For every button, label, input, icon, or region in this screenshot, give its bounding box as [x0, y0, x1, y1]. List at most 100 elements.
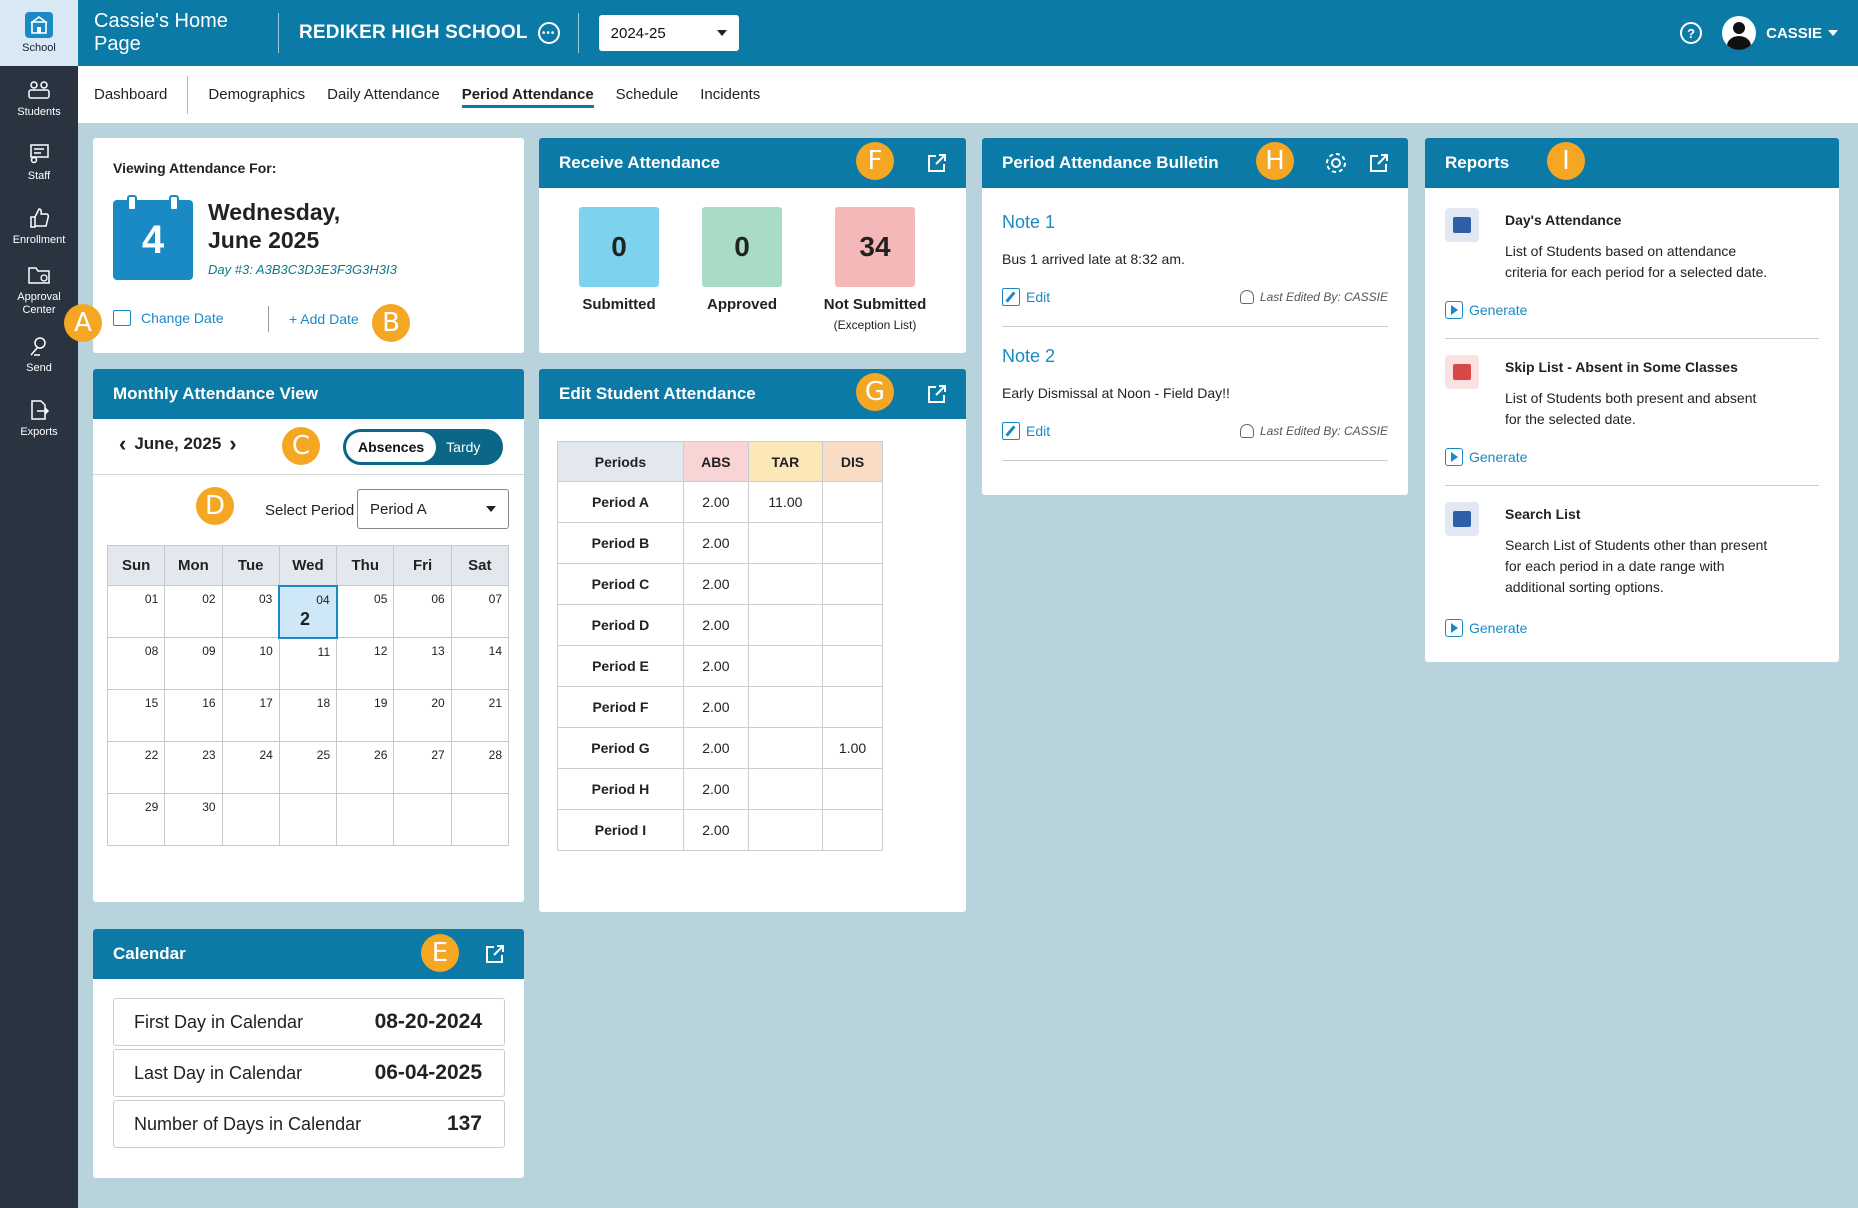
- last-edited: Last Edited By: CASSIE: [1259, 290, 1388, 304]
- calendar-day-cell[interactable]: 21: [450, 689, 510, 742]
- calendar-day-cell[interactable]: 19: [336, 689, 395, 742]
- calendar-day-cell[interactable]: 07: [450, 585, 510, 638]
- add-date-button[interactable]: + Add Date: [268, 306, 359, 332]
- generate-label: Generate: [1469, 302, 1528, 318]
- home-page-title[interactable]: Cassie's Home Page: [78, 10, 278, 56]
- calendar-day-cell[interactable]: 12: [336, 637, 395, 690]
- attendance-cell[interactable]: 2.00: [682, 645, 749, 687]
- calendar-day-cell[interactable]: 13: [393, 637, 452, 690]
- calendar-day-cell[interactable]: 08: [106, 637, 166, 690]
- calendar-day-cell[interactable]: 24: [221, 741, 280, 794]
- calendar-day-cell[interactable]: 20: [393, 689, 452, 742]
- rail-item-students[interactable]: Students: [0, 66, 78, 130]
- calendar-day-cell[interactable]: 27: [393, 741, 452, 794]
- attendance-cell[interactable]: [747, 604, 824, 646]
- attendance-cell[interactable]: [747, 563, 824, 605]
- school-year-select[interactable]: 2024-25: [598, 15, 739, 51]
- attendance-cell[interactable]: 2.00: [682, 604, 749, 646]
- attendance-cell[interactable]: [747, 809, 824, 851]
- not-submitted-count[interactable]: 34: [835, 207, 915, 287]
- absences-tardy-toggle[interactable]: Absences Tardy: [343, 429, 503, 465]
- attendance-cell[interactable]: 2.00: [682, 563, 749, 605]
- attendance-cell[interactable]: 1.00: [822, 727, 883, 769]
- generate-button[interactable]: Generate: [1445, 619, 1527, 637]
- attendance-cell[interactable]: [747, 522, 824, 564]
- calendar-day-cell[interactable]: 29: [106, 793, 166, 846]
- toggle-absences[interactable]: Absences: [346, 432, 437, 462]
- tab-daily-attendance[interactable]: Daily Attendance: [316, 66, 451, 123]
- generate-button[interactable]: Generate: [1445, 301, 1527, 319]
- calendar-day-cell[interactable]: 01: [106, 585, 166, 638]
- chevron-right-icon[interactable]: ›: [221, 431, 244, 457]
- rail-item-enrollment[interactable]: Enrollment: [0, 194, 78, 258]
- calendar-day-cell[interactable]: 15: [106, 689, 166, 742]
- generate-button[interactable]: Generate: [1445, 448, 1527, 466]
- calendar-day-cell[interactable]: 18: [278, 689, 338, 742]
- user-name[interactable]: CASSIE: [1766, 25, 1822, 42]
- calendar-day-cell[interactable]: 04 2: [278, 584, 338, 639]
- rail-item-staff[interactable]: Staff: [0, 130, 78, 194]
- calendar-day-cell[interactable]: 28: [450, 741, 510, 794]
- attendance-cell[interactable]: 11.00: [747, 481, 824, 523]
- attendance-cell[interactable]: [822, 768, 883, 810]
- note-title[interactable]: Note 1: [1002, 212, 1055, 233]
- external-link-icon[interactable]: [484, 943, 506, 965]
- more-options-icon[interactable]: •••: [537, 22, 560, 44]
- external-link-icon[interactable]: [926, 152, 948, 174]
- external-link-icon[interactable]: [926, 383, 948, 405]
- avatar[interactable]: [1722, 16, 1757, 50]
- attendance-cell[interactable]: 2.00: [682, 481, 749, 523]
- calendar-day-cell[interactable]: 16: [164, 689, 223, 742]
- edit-note-button[interactable]: Edit: [1002, 288, 1050, 306]
- calendar-day-cell[interactable]: 17: [221, 689, 280, 742]
- note-title[interactable]: Note 2: [1002, 346, 1055, 367]
- attendance-cell[interactable]: [747, 768, 824, 810]
- rail-item-school[interactable]: School: [0, 0, 78, 66]
- attendance-cell[interactable]: 2.00: [682, 686, 749, 728]
- calendar-day-cell[interactable]: 05: [336, 585, 395, 638]
- calendar-day-cell[interactable]: 02: [164, 585, 223, 638]
- calendar-day-cell[interactable]: 11: [278, 637, 338, 690]
- chevron-down-icon[interactable]: [1828, 30, 1838, 36]
- attendance-cell[interactable]: 2.00: [682, 727, 749, 769]
- tab-period-attendance[interactable]: Period Attendance: [451, 66, 605, 123]
- attendance-cell[interactable]: [822, 563, 883, 605]
- period-select[interactable]: Period A: [357, 489, 509, 529]
- toggle-tardy[interactable]: Tardy: [436, 439, 480, 455]
- edit-note-button[interactable]: Edit: [1002, 422, 1050, 440]
- calendar-day-cell[interactable]: 03: [221, 585, 280, 638]
- attendance-cell[interactable]: [822, 809, 883, 851]
- attendance-cell[interactable]: [822, 481, 883, 523]
- gear-icon[interactable]: [1324, 151, 1348, 175]
- calendar-day-cell[interactable]: 14: [450, 637, 510, 690]
- attendance-cell[interactable]: 2.00: [682, 522, 749, 564]
- attendance-cell[interactable]: [747, 727, 824, 769]
- attendance-cell[interactable]: [747, 686, 824, 728]
- tab-incidents[interactable]: Incidents: [689, 66, 771, 123]
- attendance-cell[interactable]: [747, 645, 824, 687]
- calendar-day-cell[interactable]: 09: [164, 637, 223, 690]
- calendar-day-cell[interactable]: 26: [336, 741, 395, 794]
- submitted-count[interactable]: 0: [579, 207, 659, 287]
- change-date-button[interactable]: Change Date: [113, 310, 224, 326]
- external-link-icon[interactable]: [1368, 152, 1390, 174]
- calendar-day-cell[interactable]: 10: [221, 637, 280, 690]
- attendance-cell[interactable]: [822, 645, 883, 687]
- tab-dashboard[interactable]: Dashboard: [78, 75, 189, 114]
- attendance-cell[interactable]: [822, 522, 883, 564]
- attendance-cell[interactable]: [822, 604, 883, 646]
- calendar-day-cell[interactable]: 30: [164, 793, 223, 846]
- calendar-day-cell[interactable]: 22: [106, 741, 166, 794]
- attendance-cell[interactable]: [822, 686, 883, 728]
- rail-item-exports[interactable]: Exports: [0, 386, 78, 450]
- help-icon[interactable]: ?: [1680, 22, 1703, 44]
- attendance-cell[interactable]: 2.00: [682, 768, 749, 810]
- tab-schedule[interactable]: Schedule: [605, 66, 690, 123]
- tab-demographics[interactable]: Demographics: [197, 66, 316, 123]
- chevron-left-icon[interactable]: ‹: [111, 431, 134, 457]
- approved-count[interactable]: 0: [702, 207, 782, 287]
- calendar-day-cell[interactable]: 23: [164, 741, 223, 794]
- calendar-day-cell[interactable]: 06: [393, 585, 452, 638]
- calendar-day-cell[interactable]: 25: [278, 741, 338, 794]
- attendance-cell[interactable]: 2.00: [682, 809, 749, 851]
